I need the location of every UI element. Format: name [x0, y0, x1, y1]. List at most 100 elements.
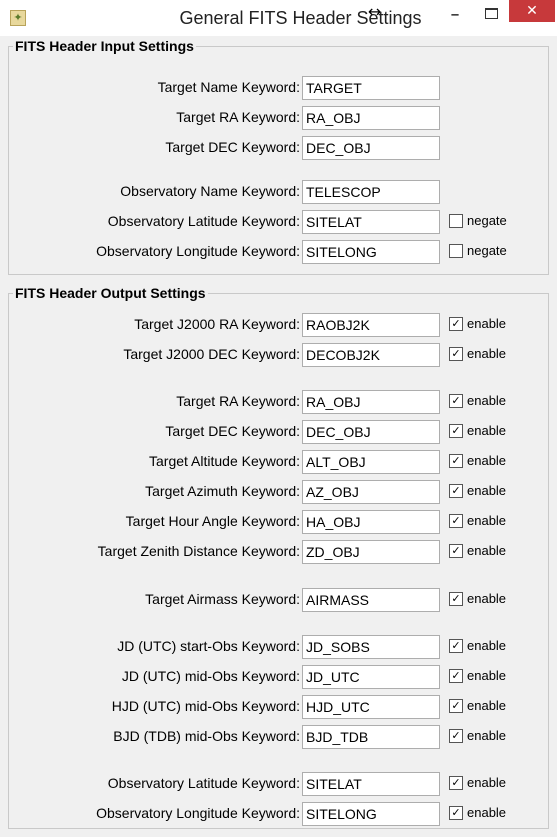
checkbox-label: enable [467, 453, 507, 468]
checkbox-label: enable [467, 668, 507, 683]
field-label: Target RA Keyword: [176, 109, 300, 125]
checkbox-label: negate [467, 243, 507, 258]
field-label: Target J2000 DEC Keyword: [123, 346, 300, 362]
target-hour-angle-keyword-input[interactable] [302, 510, 440, 534]
input-row-target-name: Target Name Keyword: [9, 76, 550, 100]
enable-checkbox[interactable]: ✓ [449, 317, 463, 331]
title-bar[interactable]: ✦ General FITS Header Settings ↔ – ✕ [0, 0, 557, 36]
checkbox-label: enable [467, 513, 507, 528]
target-airmass-keyword-input[interactable] [302, 588, 440, 612]
output-row-target-hour-angle: Target Hour Angle Keyword: ✓ enable [9, 510, 550, 534]
field-label: Target RA Keyword: [176, 393, 300, 409]
enable-checkbox[interactable]: ✓ [449, 806, 463, 820]
window-title: General FITS Header Settings [179, 8, 422, 28]
enable-checkbox[interactable]: ✓ [449, 514, 463, 528]
target-azimuth-keyword-input[interactable] [302, 480, 440, 504]
output-row-bjd-mid-obs: BJD (TDB) mid-Obs Keyword: ✓ enable [9, 725, 550, 749]
enable-checkbox[interactable]: ✓ [449, 699, 463, 713]
output-row-observatory-longitude: Observatory Longitude Keyword: ✓ enable [9, 802, 550, 826]
observatory-longitude-output-keyword-input[interactable] [302, 802, 440, 826]
target-ra-keyword-input[interactable] [302, 390, 440, 414]
target-ra-keyword-input[interactable] [302, 106, 440, 130]
enable-checkbox[interactable]: ✓ [449, 776, 463, 790]
observatory-name-keyword-input[interactable] [302, 180, 440, 204]
enable-checkbox[interactable]: ✓ [449, 424, 463, 438]
hjd-mid-obs-keyword-input[interactable] [302, 695, 440, 719]
enable-checkbox[interactable]: ✓ [449, 394, 463, 408]
checkbox-label: enable [467, 483, 507, 498]
field-label: Observatory Longitude Keyword: [96, 805, 300, 821]
bjd-mid-obs-keyword-input[interactable] [302, 725, 440, 749]
checkbox-label: enable [467, 698, 507, 713]
field-label: Observatory Latitude Keyword: [107, 775, 300, 791]
enable-checkbox[interactable]: ✓ [449, 592, 463, 606]
checkbox-label: enable [467, 423, 507, 438]
checkbox-label: enable [467, 775, 507, 790]
negate-longitude-checkbox[interactable] [449, 244, 463, 258]
target-altitude-keyword-input[interactable] [302, 450, 440, 474]
input-settings-legend: FITS Header Input Settings [13, 37, 196, 55]
output-settings-group: FITS Header Output Settings Target J2000… [8, 284, 550, 829]
enable-checkbox[interactable]: ✓ [449, 669, 463, 683]
field-label: HJD (UTC) mid-Obs Keyword: [111, 698, 300, 714]
enable-checkbox[interactable]: ✓ [449, 347, 463, 361]
maximize-button[interactable] [476, 0, 506, 28]
output-row-target-j2000-dec: Target J2000 DEC Keyword: ✓ enable [9, 343, 550, 367]
target-dec-keyword-input[interactable] [302, 420, 440, 444]
minimize-button[interactable]: – [440, 4, 470, 32]
enable-checkbox[interactable]: ✓ [449, 544, 463, 558]
target-name-keyword-input[interactable] [302, 76, 440, 100]
checkbox-label: enable [467, 543, 507, 558]
output-row-target-airmass: Target Airmass Keyword: ✓ enable [9, 588, 550, 612]
resize-cursor-icon: ↔ [368, 2, 382, 21]
jd-mid-obs-keyword-input[interactable] [302, 665, 440, 689]
output-row-jd-mid-obs: JD (UTC) mid-Obs Keyword: ✓ enable [9, 665, 550, 689]
target-j2000-ra-keyword-input[interactable] [302, 313, 440, 337]
input-row-observatory-name: Observatory Name Keyword: [9, 180, 550, 204]
output-row-target-zenith-distance: Target Zenith Distance Keyword: ✓ enable [9, 540, 550, 564]
checkbox-label: enable [467, 805, 507, 820]
maximize-icon [485, 8, 498, 19]
input-row-target-ra: Target RA Keyword: [9, 106, 550, 130]
input-row-target-dec: Target DEC Keyword: [9, 136, 550, 160]
observatory-latitude-output-keyword-input[interactable] [302, 772, 440, 796]
checkbox-label: enable [467, 393, 507, 408]
input-settings-group: FITS Header Input Settings Target Name K… [8, 37, 550, 275]
app-icon[interactable]: ✦ [10, 10, 26, 26]
input-row-observatory-latitude: Observatory Latitude Keyword: negate [9, 210, 550, 234]
field-label: Observatory Longitude Keyword: [96, 243, 300, 259]
observatory-longitude-keyword-input[interactable] [302, 240, 440, 264]
output-row-target-azimuth: Target Azimuth Keyword: ✓ enable [9, 480, 550, 504]
checkbox-label: enable [467, 728, 507, 743]
field-label: Target Hour Angle Keyword: [125, 513, 300, 529]
field-label: Target Airmass Keyword: [145, 591, 300, 607]
close-button[interactable]: ✕ [509, 0, 555, 22]
enable-checkbox[interactable]: ✓ [449, 639, 463, 653]
field-label: Target DEC Keyword: [165, 139, 300, 155]
checkbox-label: enable [467, 591, 507, 606]
output-row-target-ra: Target RA Keyword: ✓ enable [9, 390, 550, 414]
negate-latitude-checkbox[interactable] [449, 214, 463, 228]
target-dec-keyword-input[interactable] [302, 136, 440, 160]
field-label: Target Zenith Distance Keyword: [97, 543, 300, 559]
target-j2000-dec-keyword-input[interactable] [302, 343, 440, 367]
output-row-observatory-latitude: Observatory Latitude Keyword: ✓ enable [9, 772, 550, 796]
target-zenith-distance-keyword-input[interactable] [302, 540, 440, 564]
field-label: JD (UTC) start-Obs Keyword: [117, 638, 300, 654]
field-label: Target J2000 RA Keyword: [134, 316, 300, 332]
enable-checkbox[interactable]: ✓ [449, 454, 463, 468]
field-label: Target Azimuth Keyword: [145, 483, 300, 499]
output-row-jd-start-obs: JD (UTC) start-Obs Keyword: ✓ enable [9, 635, 550, 659]
checkbox-label: enable [467, 346, 507, 361]
enable-checkbox[interactable]: ✓ [449, 484, 463, 498]
output-settings-legend: FITS Header Output Settings [13, 284, 208, 302]
enable-checkbox[interactable]: ✓ [449, 729, 463, 743]
field-label: Observatory Name Keyword: [120, 183, 300, 199]
output-row-target-dec: Target DEC Keyword: ✓ enable [9, 420, 550, 444]
jd-start-obs-keyword-input[interactable] [302, 635, 440, 659]
observatory-latitude-keyword-input[interactable] [302, 210, 440, 234]
field-label: BJD (TDB) mid-Obs Keyword: [113, 728, 300, 744]
output-row-hjd-mid-obs: HJD (UTC) mid-Obs Keyword: ✓ enable [9, 695, 550, 719]
field-label: Target Altitude Keyword: [149, 453, 300, 469]
field-label: Observatory Latitude Keyword: [107, 213, 300, 229]
